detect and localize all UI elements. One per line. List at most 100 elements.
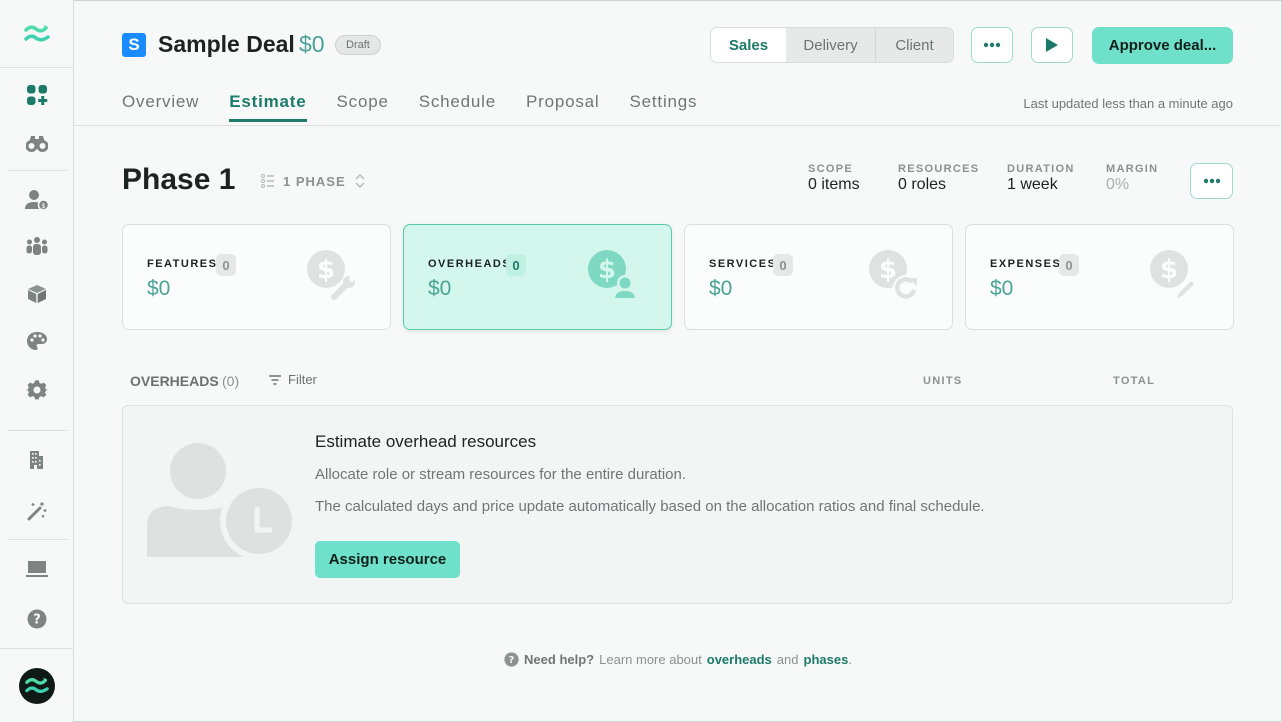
view-switcher: Sales Delivery Client xyxy=(710,27,954,63)
laptop-icon xyxy=(25,561,48,577)
app-logo[interactable] xyxy=(0,0,73,68)
filter-label: Filter xyxy=(288,372,317,387)
deal-badge: S xyxy=(122,33,146,57)
tab-settings[interactable]: Settings xyxy=(630,92,698,122)
tab-scope[interactable]: Scope xyxy=(337,92,389,122)
card-count: 0 xyxy=(216,254,236,276)
sidebar-item-styles[interactable] xyxy=(0,326,73,356)
phase-more-button[interactable] xyxy=(1190,163,1233,199)
logo-icon xyxy=(24,677,49,693)
card-title: FEATURES xyxy=(147,258,218,270)
sidebar-item-products[interactable] xyxy=(0,279,73,309)
phase-selector[interactable]: 1 PHASE xyxy=(253,166,374,196)
assign-resource-button[interactable]: Assign resource xyxy=(315,541,460,578)
phase-title: Phase 1 xyxy=(122,163,236,196)
phases-link[interactable]: phases xyxy=(804,652,849,667)
list-icon xyxy=(261,174,274,188)
stat-margin: MARGIN 0% xyxy=(1106,163,1158,194)
svg-text:$: $ xyxy=(598,255,616,285)
workspace-avatar[interactable] xyxy=(18,667,55,704)
sidebar: $ ? xyxy=(0,0,74,722)
view-delivery[interactable]: Delivery xyxy=(786,28,876,62)
view-sales[interactable]: Sales xyxy=(711,28,786,62)
sidebar-divider xyxy=(7,430,67,431)
empty-heading: Estimate overhead resources xyxy=(315,432,537,451)
svg-text:?: ? xyxy=(33,613,41,628)
help-and: and xyxy=(776,652,799,667)
deal-title: Sample Deal xyxy=(158,31,295,57)
column-total: TOTAL xyxy=(1113,375,1156,387)
empty-state: Estimate overhead resources Allocate rol… xyxy=(122,405,1233,604)
help-text: Learn more about xyxy=(599,652,702,667)
gear-icon xyxy=(25,380,48,400)
overheads-link[interactable]: overheads xyxy=(707,652,772,667)
more-actions-button[interactable] xyxy=(971,27,1013,63)
column-units: UNITS xyxy=(923,375,963,387)
tab-proposal[interactable]: Proposal xyxy=(526,92,600,122)
approve-deal-button[interactable]: Approve deal... xyxy=(1092,27,1233,64)
dollar-user-icon: $ xyxy=(588,250,638,300)
sidebar-item-explore[interactable] xyxy=(0,128,73,158)
help-icon: ? xyxy=(504,652,519,667)
sidebar-divider xyxy=(7,539,67,540)
building-icon xyxy=(29,451,43,469)
card-overheads[interactable]: OVERHEADS 0 $0 $ xyxy=(403,224,672,330)
view-client[interactable]: Client xyxy=(876,28,953,62)
cube-icon xyxy=(27,285,46,303)
card-count: 0 xyxy=(773,254,793,276)
card-services[interactable]: SERVICES 0 $0 $ xyxy=(684,224,953,330)
chevron-updown-icon xyxy=(355,174,365,188)
list-title: OVERHEADS xyxy=(130,373,219,389)
tab-overview[interactable]: Overview xyxy=(122,92,199,122)
more-icon xyxy=(983,42,1001,48)
apps-add-icon xyxy=(26,85,47,105)
stat-label: RESOURCES xyxy=(898,163,980,175)
last-updated: Last updated less than a minute ago xyxy=(1023,96,1233,111)
stat-label: SCOPE xyxy=(808,163,854,175)
phase-count: 1 PHASE xyxy=(283,173,346,189)
card-value: $0 xyxy=(147,277,171,300)
header-divider xyxy=(74,125,1282,126)
present-button[interactable] xyxy=(1031,27,1073,63)
sidebar-item-company[interactable] xyxy=(0,445,73,475)
stat-value: 0 items xyxy=(808,176,860,193)
tab-estimate[interactable]: Estimate xyxy=(229,92,307,122)
card-value: $0 xyxy=(709,277,733,300)
dollar-pencil-icon: $ xyxy=(1150,250,1198,302)
filter-icon xyxy=(269,374,281,385)
tab-schedule[interactable]: Schedule xyxy=(419,92,496,122)
status-badge: Draft xyxy=(335,35,381,55)
card-title: OVERHEADS xyxy=(428,258,512,270)
help-footer: ? Need help? Learn more about overheads … xyxy=(0,652,1282,667)
team-icon xyxy=(26,237,47,255)
svg-text:$: $ xyxy=(879,255,897,285)
svg-text:$: $ xyxy=(317,255,335,285)
card-value: $0 xyxy=(990,277,1014,300)
palette-icon xyxy=(26,332,47,350)
sidebar-item-teams[interactable] xyxy=(0,231,73,261)
user-dollar-icon: $ xyxy=(24,190,49,211)
svg-text:?: ? xyxy=(509,655,515,666)
card-features[interactable]: FEATURES 0 $0 $ xyxy=(122,224,391,330)
stat-label: MARGIN xyxy=(1106,163,1159,175)
filter-button[interactable]: Filter xyxy=(268,372,317,387)
stat-value: 0% xyxy=(1106,176,1130,193)
stat-duration: DURATION 1 week xyxy=(1007,163,1075,194)
dollar-wrench-icon: $ xyxy=(307,250,355,302)
card-expenses[interactable]: EXPENSES 0 $0 $ xyxy=(965,224,1234,330)
sidebar-item-clients[interactable]: $ xyxy=(0,185,73,215)
sidebar-item-magic[interactable] xyxy=(0,496,73,526)
sidebar-item-settings[interactable] xyxy=(0,375,73,405)
empty-description-2: The calculated days and price update aut… xyxy=(315,498,985,515)
stat-value: 0 roles xyxy=(898,176,947,193)
empty-description: Allocate role or stream resources for th… xyxy=(315,466,687,483)
more-icon xyxy=(1203,178,1220,184)
sidebar-item-dashboard[interactable] xyxy=(0,80,73,110)
svg-text:$: $ xyxy=(1160,255,1178,285)
sidebar-item-workspace[interactable] xyxy=(0,554,73,584)
binoculars-icon xyxy=(25,136,48,152)
sidebar-item-help[interactable]: ? xyxy=(0,604,73,634)
tab-bar: Overview Estimate Scope Schedule Proposa… xyxy=(122,92,727,122)
card-title: EXPENSES xyxy=(990,258,1062,270)
card-title: SERVICES xyxy=(709,258,777,270)
